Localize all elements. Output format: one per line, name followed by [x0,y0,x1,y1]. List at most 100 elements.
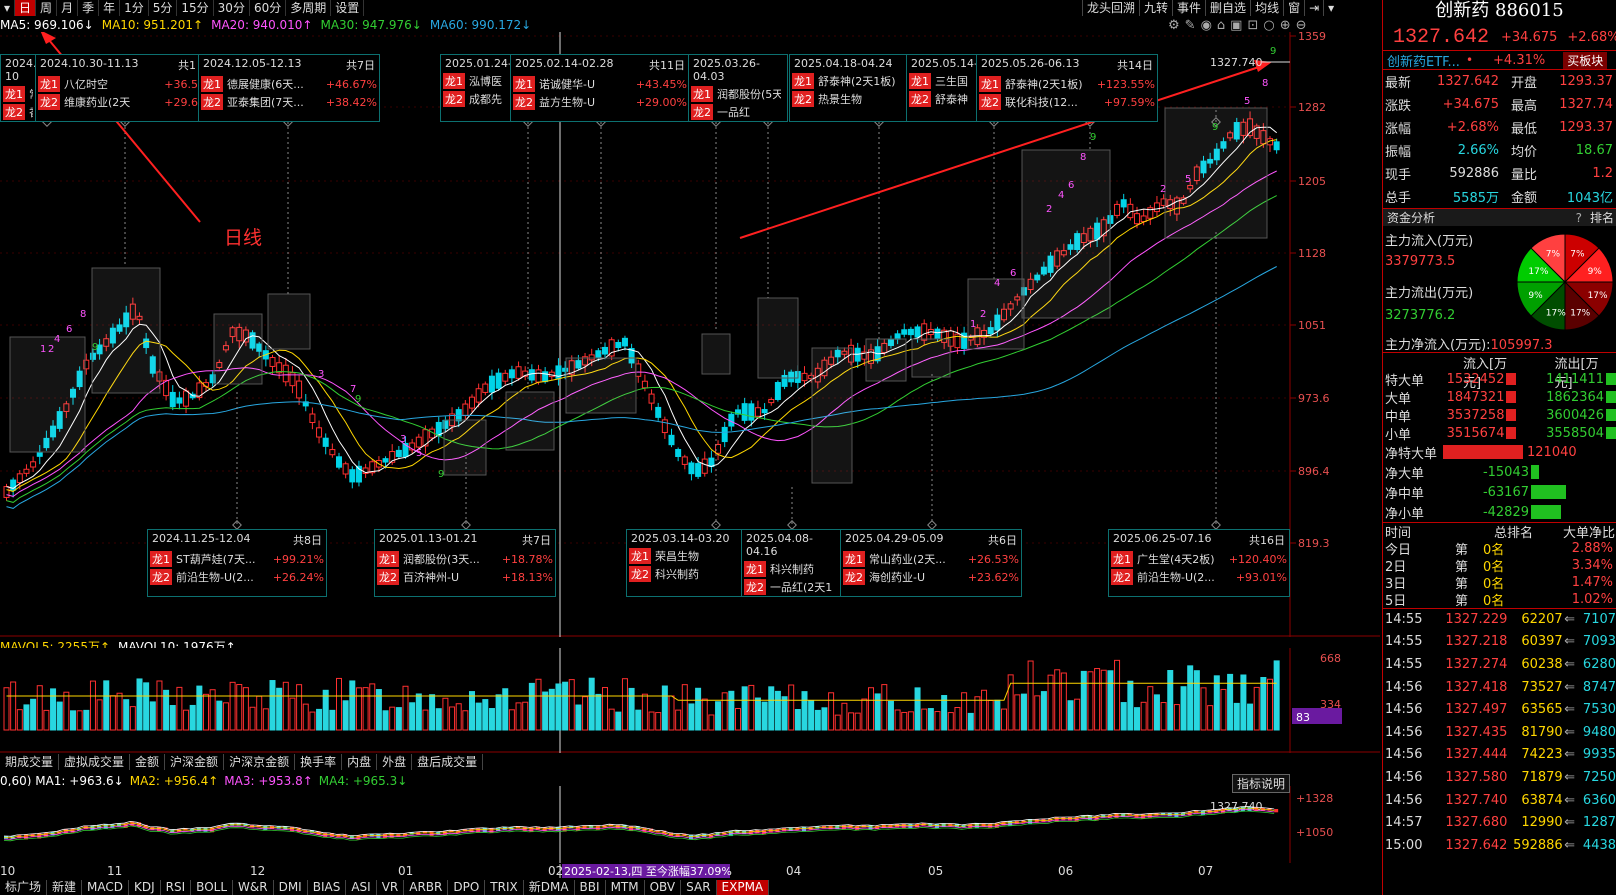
indicator-tab-3[interactable]: KDJ [129,880,161,895]
stock-name[interactable]: 一品红 [717,104,781,120]
stock-name[interactable]: 舒泰神 [935,91,971,107]
tab-1min[interactable]: 1分 [120,0,149,16]
stock-name[interactable]: 科兴制药 [770,561,834,577]
stock-name[interactable]: 广生堂(4天2板) [1137,551,1225,567]
indicator-tab-13[interactable]: TRIX [485,880,524,895]
stock-name[interactable]: ST葫芦娃(7天... [176,551,269,567]
pen-icon[interactable]: ✎ [1185,18,1196,33]
stock-name[interactable]: 德展健康(6天... [227,76,322,92]
subtab-6[interactable]: 内盘 [342,754,378,770]
subtab-5[interactable]: 换手率 [295,754,343,770]
dragon-box[interactable]: 2024.11.25-12.04 共8日 龙1 ST葫芦娃(7天... +99.21% 龙… [147,529,327,597]
stock-name[interactable]: 舒泰神(2天1板) [818,73,900,89]
stock-name[interactable]: 舒泰神(2天1板) [1005,76,1093,92]
dropdown-icon[interactable]: ▾ [1323,0,1338,16]
stock-name[interactable]: 润都股份(5天 [717,86,781,102]
indicator-tab-16[interactable]: MTM [606,880,645,895]
stock-name[interactable]: 科兴制药 [655,566,735,582]
zoom-out-icon[interactable]: ⊖ [1296,18,1307,33]
indicator-tab-14[interactable]: 新DMA [524,880,575,895]
subtab-8[interactable]: 盘后成交量 [412,754,484,770]
stock-name[interactable]: 荣昌生物 [655,548,735,564]
subtab-3[interactable]: 沪深金额 [165,754,225,770]
indicator-tab-17[interactable]: OBV [645,880,682,895]
dragon-box[interactable]: 2025.03.14-03.20 龙1 荣昌生物 龙2 科兴制药 [626,529,742,597]
window-button[interactable]: 窗 [1283,0,1304,16]
tab-quarter[interactable]: 季 [78,0,100,16]
tab-day[interactable]: 日 [15,0,37,16]
stock-name[interactable]: 亚泰集团(7天... [227,94,322,110]
subtab-4[interactable]: 沪深京金额 [224,754,296,770]
tab-30min[interactable]: 30分 [214,0,250,16]
tab-week[interactable]: 周 [36,0,58,16]
indicator-tab-6[interactable]: W&R [233,880,274,895]
indicator-chart[interactable]: +1328+10501327.740 [0,786,1380,863]
volume-chart[interactable]: 66833483 [0,648,1380,753]
stock-name[interactable]: 泓博医 [469,73,505,89]
nine-turn-button[interactable]: 九转 [1139,0,1172,16]
indicator-tab-15[interactable]: BBI [575,880,606,895]
indicator-tab-19[interactable]: EXPMA [716,880,770,895]
indicator-tab-7[interactable]: DMI [274,880,308,895]
tab-5min[interactable]: 5分 [149,0,178,16]
menu-arrow-icon[interactable]: ▾ [0,0,16,16]
indicator-tab-1[interactable]: 新建 [47,880,83,895]
stock-name[interactable]: 海创药业-U [869,569,964,585]
stock-name[interactable]: 诺诚健华-U [539,76,632,92]
indicator-tab-4[interactable]: RSI [161,880,192,895]
subtab-7[interactable]: 外盘 [377,754,413,770]
help-icon[interactable]: ? [1576,211,1582,225]
stock-name[interactable]: 三生国 [935,73,971,89]
subtab-1[interactable]: 虚拟成交量 [59,754,131,770]
stock-name[interactable]: 润都股份(3天... [403,551,498,567]
bag-icon[interactable]: ▣ [1230,18,1242,33]
rank-button[interactable]: 排名 [1590,209,1616,226]
indicator-tab-2[interactable]: MACD [82,880,130,895]
indicator-help-button[interactable]: 指标说明 [1232,774,1291,793]
tab-month[interactable]: 月 [57,0,79,16]
stock-name[interactable]: 八亿时空 [64,76,160,92]
indicator-tab-8[interactable]: BIAS [308,880,347,895]
dragon-box[interactable]: 2025.03.26-04.03 龙1 润都股份(5天 龙2 一品红 [688,54,788,122]
indicator-tab-0[interactable]: 标广场 [0,880,48,895]
etf-link[interactable]: 创新药ETF... [1387,51,1460,70]
dragon-box[interactable]: 2025.04.08-04.16 龙1 科兴制药 龙2 一品红(2天1 [741,529,841,597]
tab-60min[interactable]: 60分 [250,0,287,16]
subtab-2[interactable]: 金额 [130,754,166,770]
dragon-box[interactable]: 2025.04.29-05.09 共6日 龙1 常山药业(2天... +26.53% 龙2… [840,529,1022,597]
tab-multi-period[interactable]: 多周期 [286,0,332,16]
dragon-review-button[interactable]: 龙头回溯 [1082,0,1139,16]
stock-name[interactable]: 成都先 [469,91,505,107]
dragon-box[interactable]: 2025.04.18-04.24 龙1 舒泰神(2天1板) 龙2 热景生物 [789,54,907,122]
tab-settings[interactable]: 设置 [331,0,365,16]
indicator-tab-12[interactable]: DPO [448,880,486,895]
stock-name[interactable]: 常山药业 [29,86,33,102]
stock-name[interactable]: 百济神州-U [403,569,498,585]
gear-icon[interactable]: ⚙ [1168,18,1180,33]
eye-icon[interactable]: ◉ [1201,18,1212,33]
stock-name[interactable]: 前沿生物-U(2... [1137,569,1232,585]
stock-name[interactable]: 一品红(2天1 [770,579,834,595]
lock-icon[interactable]: ⊡ [1247,18,1258,33]
circle-icon[interactable]: ○ [1263,18,1274,33]
exit-icon[interactable]: ⇥ [1304,0,1323,16]
dragon-box[interactable]: 2025.01.13-01.21 共7日 龙1 润都股份(3天... +18.78% 龙2… [374,529,556,597]
stock-name[interactable]: 香雪 [29,104,33,120]
indicator-tab-9[interactable]: ASI [346,880,377,895]
dragon-box[interactable]: 2025.05.14- 龙1 三生国 龙2 舒泰神 [906,54,978,122]
dragon-box[interactable]: 2025.06.25-07.16 共16日 龙1 广生堂(4天2板) +120.40% 龙… [1108,529,1290,597]
events-button[interactable]: 事件 [1172,0,1205,16]
stock-name[interactable]: 热景生物 [818,91,900,107]
dragon-box[interactable]: 2025.01.24- 龙1 泓博医 龙2 成都先 [440,54,512,122]
indicator-tab-11[interactable]: ARBR [404,880,449,895]
zoom-in-icon[interactable]: ⊕ [1280,18,1291,33]
indicator-tab-18[interactable]: SAR [681,880,717,895]
stock-name[interactable]: 益方生物-U [539,94,632,110]
dragon-box[interactable]: 2024.10.14-10龙1常山药业龙2香雪 [0,54,40,122]
stock-name[interactable]: 联化科技(12... [1005,94,1100,110]
dragon-box[interactable]: 2024.12.05-12.13 共7日 龙1 德展健康(6天... +46.67% 龙2… [198,54,380,122]
stock-name[interactable]: 维康药业(2天 [64,94,160,110]
tab-15min[interactable]: 15分 [177,0,214,16]
dragon-box[interactable]: 2025.02.14-02.28 共11日 龙1 诺诚健华-U +43.45% 龙2 益方生… [510,54,690,122]
remove-watchlist-button[interactable]: 删自选 [1205,0,1250,16]
